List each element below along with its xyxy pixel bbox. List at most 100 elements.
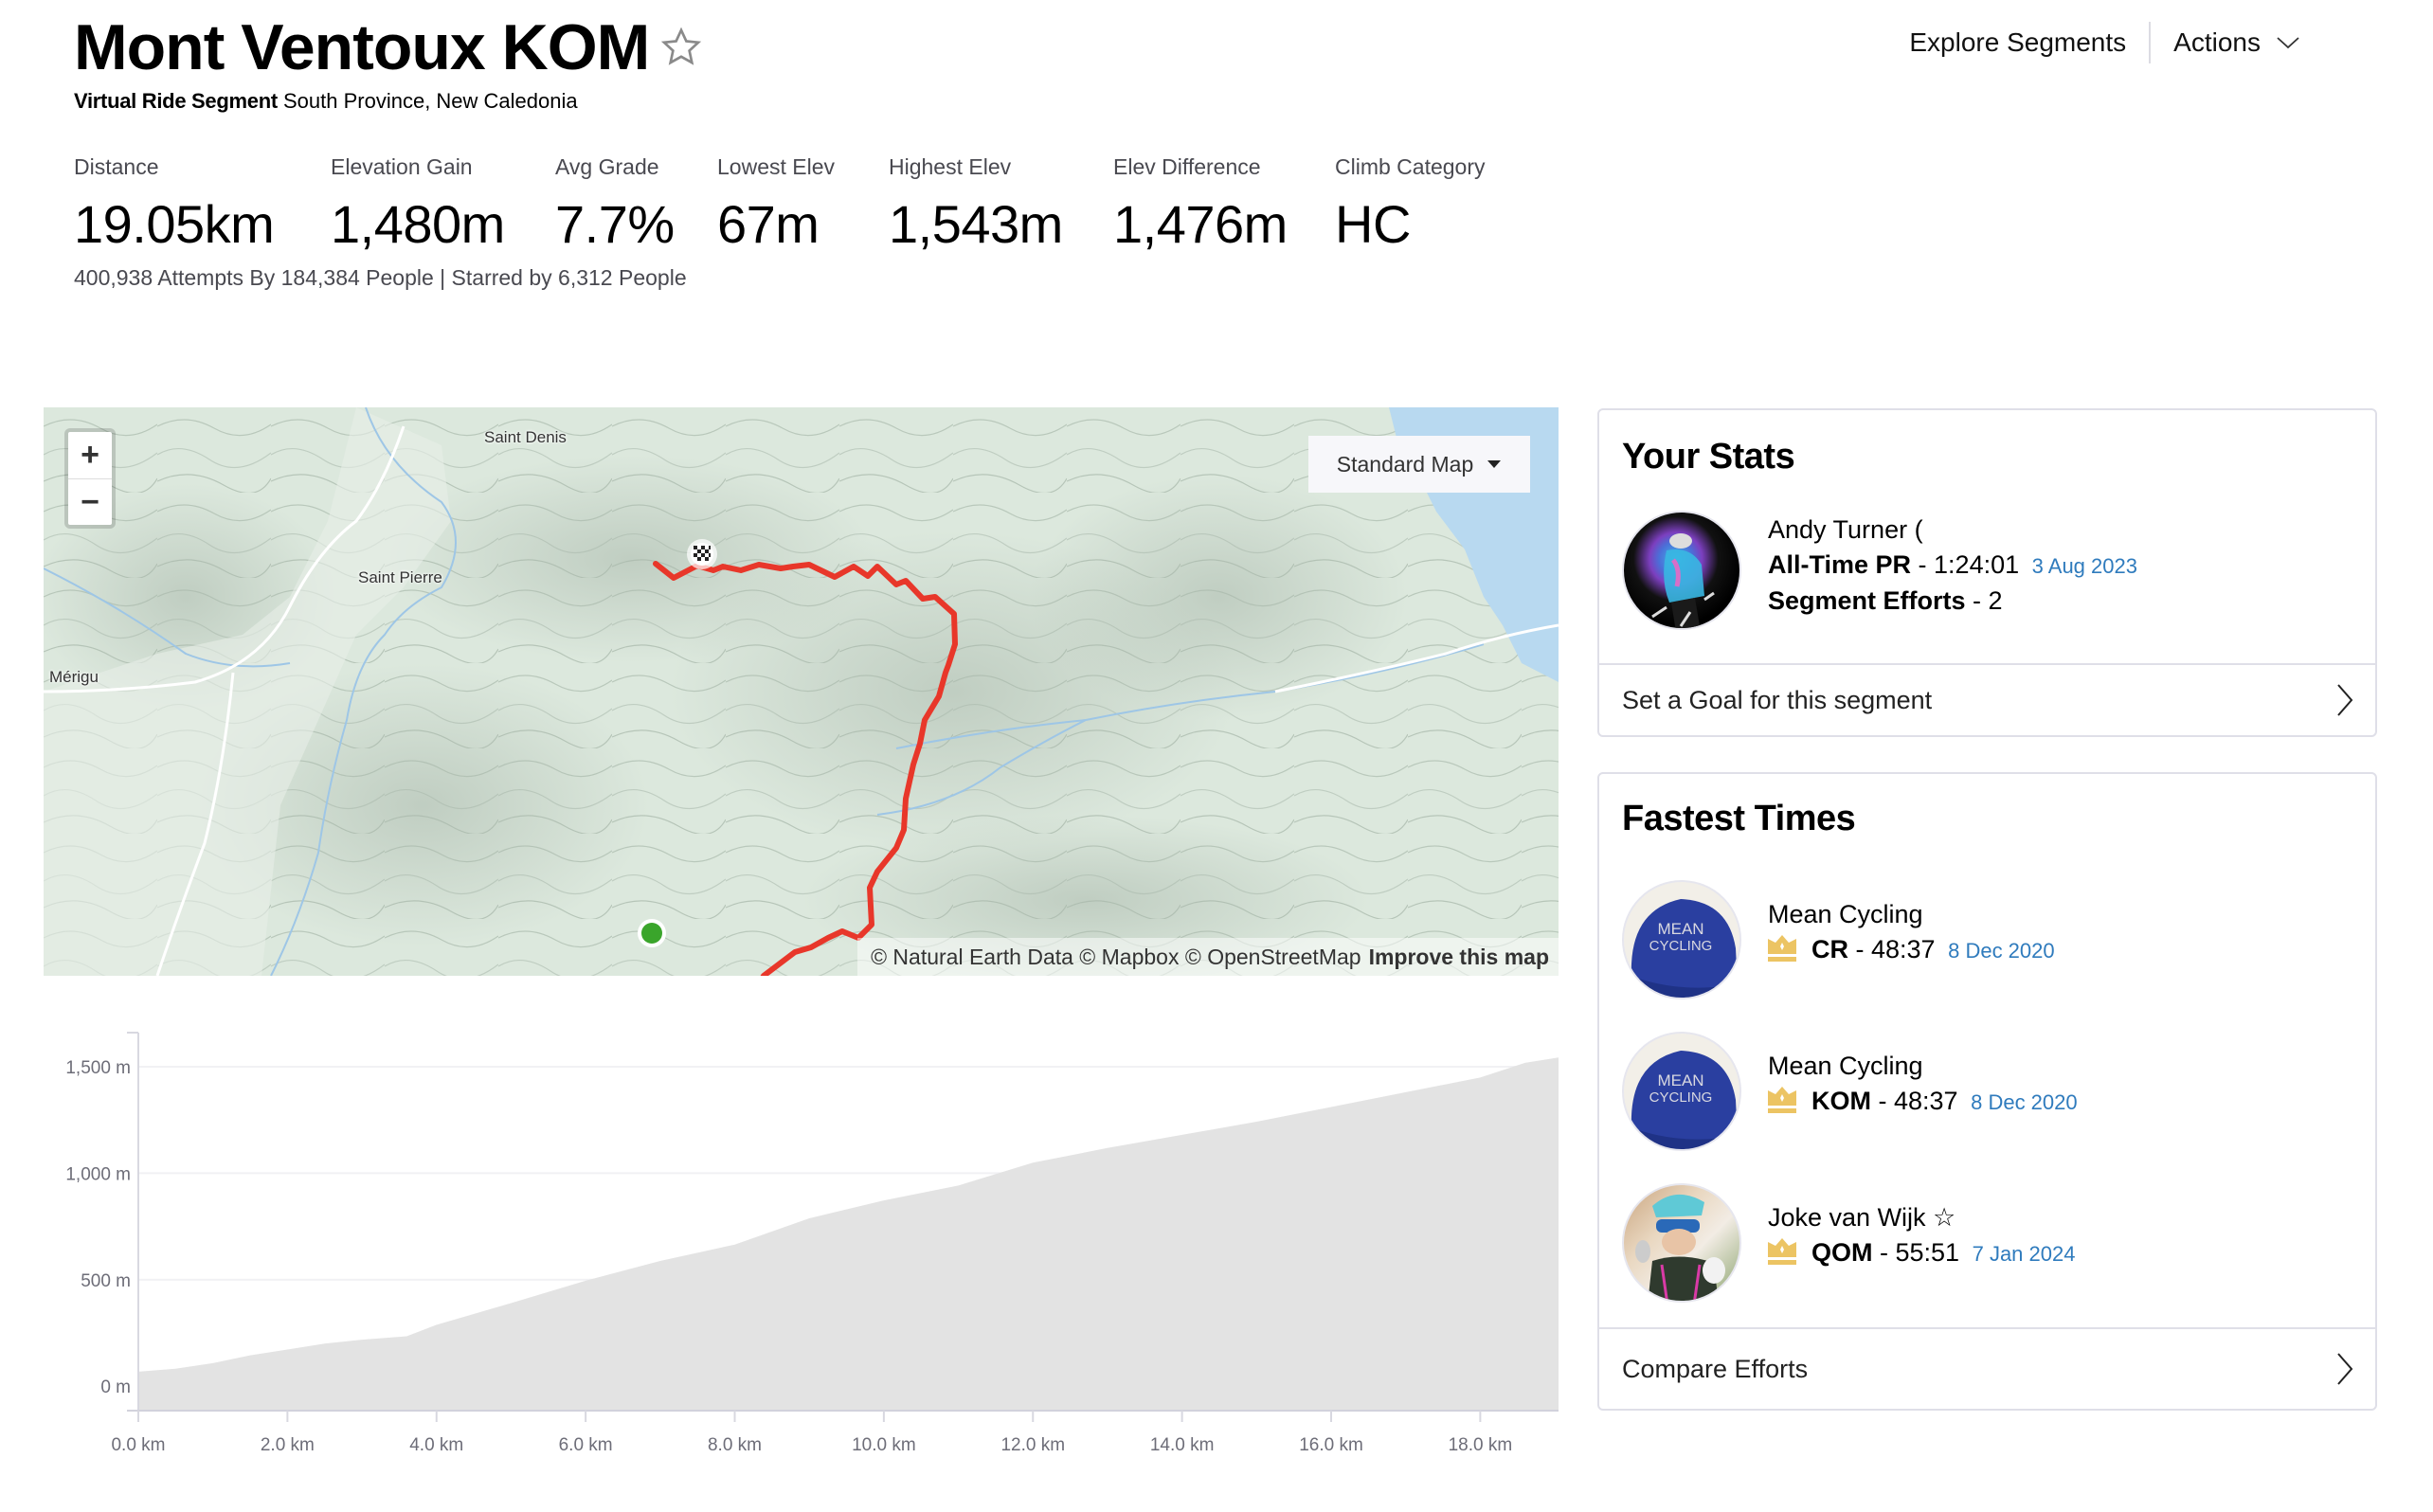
stat-elevation-gain: Elevation Gain 1,480m xyxy=(331,152,555,258)
leader-time: - 48:37 xyxy=(1878,1087,1958,1115)
stat-distance: Distance 19.05km xyxy=(74,152,331,258)
segment-efforts-row: Segment Efforts - 2 xyxy=(1768,584,2137,619)
stat-value: 1,476m xyxy=(1113,194,1288,254)
leader-avatar[interactable]: MEAN CYCLING xyxy=(1622,1032,1741,1151)
improve-map-link[interactable]: Improve this map xyxy=(1369,945,1549,970)
stat-label: Lowest Elev xyxy=(717,154,836,179)
map-type-dropdown[interactable]: Standard Map xyxy=(1308,436,1530,493)
cyclist-photo-icon xyxy=(1651,533,1715,628)
chevron-down-icon xyxy=(2277,37,2299,49)
badge-label: KOM xyxy=(1811,1087,1871,1115)
athlete-avatar[interactable] xyxy=(1622,511,1741,630)
stat-label: Avg Grade xyxy=(555,154,659,179)
x-tick-label: 14.0 km xyxy=(1150,1435,1215,1455)
set-goal-button[interactable]: Set a Goal for this segment xyxy=(1599,663,2375,735)
your-stats-card: Your Stats Andy Turner ( All-Time PR - 1… xyxy=(1597,408,2377,737)
y-tick-label: 1,000 m xyxy=(65,1164,131,1184)
cap-text: MEAN xyxy=(1657,920,1703,938)
x-tick-label: 2.0 km xyxy=(261,1435,315,1455)
chevron-right-icon xyxy=(2337,1353,2353,1385)
caret-down-icon xyxy=(1487,460,1502,468)
leader-date-link[interactable]: 8 Dec 2020 xyxy=(1971,1090,2078,1114)
stat-label: Elevation Gain xyxy=(331,154,473,179)
cap-text: CYCLING xyxy=(1649,1089,1713,1106)
segment-location: South Province, New Caledonia xyxy=(283,89,578,113)
cap-text: CYCLING xyxy=(1649,938,1713,954)
stat-value: 67m xyxy=(717,194,820,254)
crown-icon xyxy=(1768,1087,1796,1113)
fastest-times-card: Fastest Times MEAN CYCLING Mean Cycling … xyxy=(1597,772,2377,1411)
stat-value: 19.05km xyxy=(74,194,275,254)
stat-elev-difference: Elev Difference 1,476m xyxy=(1113,152,1335,258)
x-tick-label: 6.0 km xyxy=(559,1435,613,1455)
starred-count: Starred by 6,312 People xyxy=(451,265,687,290)
map-zoom-control: + − xyxy=(64,428,116,529)
stat-avg-grade: Avg Grade 7.7% xyxy=(555,152,717,258)
badge-label: QOM xyxy=(1811,1238,1873,1267)
cyclist-photo-icon xyxy=(1635,1194,1725,1301)
explore-segments-link[interactable]: Explore Segments xyxy=(1909,27,2126,58)
set-goal-label: Set a Goal for this segment xyxy=(1622,685,1933,714)
pr-time: - 1:24:01 xyxy=(1918,550,2020,579)
place-label: Saint Pierre xyxy=(358,568,442,586)
leader-name[interactable]: Joke van Wijk ☆ xyxy=(1768,1200,2075,1235)
leaderboard-entry: Joke van Wijk ☆ QOM - 55:51 7 Jan 2024 xyxy=(1768,1200,2075,1271)
stat-value: 1,480m xyxy=(331,194,505,254)
start-marker-icon xyxy=(638,919,666,947)
actions-label: Actions xyxy=(2173,27,2261,57)
zoom-in-button[interactable]: + xyxy=(68,432,112,478)
cap-photo-icon: MEAN CYCLING xyxy=(1631,899,1738,998)
efforts-value: - 2 xyxy=(1973,586,2003,615)
stat-label: Distance xyxy=(74,154,159,179)
finish-flag-icon xyxy=(687,539,717,569)
stat-lowest-elev: Lowest Elev 67m xyxy=(717,152,889,258)
all-time-pr-row: All-Time PR - 1:24:01 3 Aug 2023 xyxy=(1768,548,2137,584)
leader-avatar[interactable] xyxy=(1622,1183,1741,1303)
stat-highest-elev: Highest Elev 1,543m xyxy=(889,152,1113,258)
stat-value: 1,543m xyxy=(889,194,1063,254)
leader-name[interactable]: Mean Cycling xyxy=(1768,897,2055,932)
leader-date-link[interactable]: 8 Dec 2020 xyxy=(1948,939,2055,963)
actions-dropdown[interactable]: Actions xyxy=(2173,27,2300,58)
stat-label: Elev Difference xyxy=(1113,154,1261,179)
your-stats-heading: Your Stats xyxy=(1622,437,1795,477)
badge-label: CR xyxy=(1811,935,1848,963)
place-label: Saint Denis xyxy=(484,428,567,446)
x-tick-label: 12.0 km xyxy=(1000,1435,1065,1455)
y-tick-label: 1,500 m xyxy=(65,1058,131,1078)
meta-separator: | xyxy=(440,265,452,290)
your-stats-details: Andy Turner ( All-Time PR - 1:24:01 3 Au… xyxy=(1768,513,2137,619)
attempts-summary: 400,938 Attempts By 184,384 People | Sta… xyxy=(74,265,687,291)
x-tick-label: 4.0 km xyxy=(409,1435,463,1455)
stat-label: Climb Category xyxy=(1335,154,1486,179)
star-icon[interactable] xyxy=(657,23,706,72)
elevation-area xyxy=(138,1057,1559,1411)
crown-icon xyxy=(1768,1238,1796,1265)
segment-subtitle: Virtual Ride Segment South Province, New… xyxy=(74,87,578,116)
leader-time: - 55:51 xyxy=(1880,1238,1960,1267)
map-attribution: © Natural Earth Data © Mapbox © OpenStre… xyxy=(857,938,1559,976)
leader-name[interactable]: Mean Cycling xyxy=(1768,1049,2078,1084)
athlete-name[interactable]: Andy Turner ( xyxy=(1768,513,2137,548)
leader-avatar[interactable]: MEAN CYCLING xyxy=(1622,880,1741,999)
stat-climb-category: Climb Category HC xyxy=(1335,152,1486,258)
leader-date-link[interactable]: 7 Jan 2024 xyxy=(1973,1242,2076,1266)
chevron-right-icon xyxy=(2337,684,2353,716)
leader-result: QOM - 55:51 7 Jan 2024 xyxy=(1768,1235,2075,1271)
segment-map[interactable]: Saint Denis Saint Pierre Mérigu + − Stan… xyxy=(44,407,1559,976)
crown-icon xyxy=(1768,935,1796,962)
x-tick-label: 10.0 km xyxy=(852,1435,916,1455)
leader-time: - 48:37 xyxy=(1855,935,1936,963)
y-tick-label: 500 m xyxy=(81,1271,131,1291)
elevation-chart: 0 m 500 m 1,000 m 1,500 m 0.0 km 2.0 km 4.0 k… xyxy=(65,1032,1559,1455)
place-label: Mérigu xyxy=(49,668,99,686)
pr-date-link[interactable]: 3 Aug 2023 xyxy=(2032,554,2137,578)
compare-efforts-button[interactable]: Compare Efforts xyxy=(1599,1327,2375,1409)
attempts-count: 400,938 Attempts By 184,384 People xyxy=(74,265,434,290)
zoom-out-button[interactable]: − xyxy=(68,478,112,525)
cap-photo-icon: MEAN CYCLING xyxy=(1631,1051,1738,1149)
leaderboard-entry: Mean Cycling CR - 48:37 8 Dec 2020 xyxy=(1768,897,2055,968)
stat-label: Highest Elev xyxy=(889,154,1012,179)
elevation-profile: 0 m 500 m 1,000 m 1,500 m 0.0 km 2.0 km 4.0 k… xyxy=(44,1023,1559,1478)
efforts-label: Segment Efforts xyxy=(1768,586,1966,615)
